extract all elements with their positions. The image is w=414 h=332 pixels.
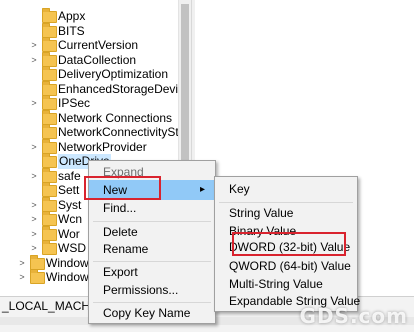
folder-icon bbox=[42, 196, 57, 212]
expand-chevron-icon[interactable]: > bbox=[18, 270, 26, 285]
folder-icon bbox=[42, 109, 57, 125]
registry-editor-window: Appx BITS > CurrentVersion > DataCollection De… bbox=[0, 0, 414, 332]
menu-item-export[interactable]: Export bbox=[89, 262, 215, 282]
tree-item-label: WSD bbox=[58, 241, 86, 255]
tree-item-label: Wor bbox=[58, 226, 80, 241]
menu-item-string-value[interactable]: String Value bbox=[215, 203, 357, 223]
tree-item-label: Window bbox=[46, 255, 89, 270]
tree-item-label: DeliveryOptimization bbox=[58, 67, 169, 81]
tree-item[interactable]: > CurrentVersion bbox=[0, 37, 178, 53]
menu-item-permissions[interactable]: Permissions... bbox=[89, 280, 215, 300]
menu-item-copy-key-name[interactable]: Copy Key Name bbox=[89, 303, 215, 323]
tree-item-label: NetworkConnectivityStatusI bbox=[58, 125, 186, 139]
expand-chevron-icon[interactable]: > bbox=[18, 256, 26, 271]
expand-chevron-icon[interactable]: > bbox=[30, 140, 38, 155]
folder-icon bbox=[42, 167, 57, 183]
expand-chevron-icon[interactable]: > bbox=[30, 241, 38, 256]
expand-chevron-icon[interactable]: > bbox=[30, 198, 38, 213]
tree-item-label: DataCollection bbox=[58, 52, 137, 67]
tree-item-label: Syst bbox=[58, 197, 82, 212]
menu-item-label: Permissions... bbox=[103, 283, 179, 297]
menu-item-find[interactable]: Find... bbox=[89, 198, 215, 218]
expand-chevron-icon[interactable]: > bbox=[30, 96, 38, 111]
annotation-box-new bbox=[84, 176, 161, 200]
folder-icon bbox=[42, 153, 57, 168]
menu-item-label: Delete bbox=[103, 225, 138, 239]
folder-icon bbox=[42, 66, 57, 81]
folder-icon bbox=[42, 182, 57, 197]
expand-chevron-icon[interactable]: > bbox=[30, 212, 38, 227]
folder-icon bbox=[42, 22, 57, 38]
tree-item[interactable]: Network Connections bbox=[0, 109, 178, 126]
folder-icon bbox=[30, 254, 45, 270]
tree-item-label: EnhancedStorageDevices bbox=[58, 81, 186, 96]
folder-icon bbox=[42, 225, 57, 241]
expand-chevron-icon[interactable]: > bbox=[30, 53, 38, 68]
folder-icon bbox=[42, 138, 57, 154]
tree-item[interactable]: > DataCollection bbox=[0, 51, 178, 68]
folder-icon bbox=[42, 80, 57, 96]
folder-icon bbox=[42, 211, 57, 226]
annotation-box-dword bbox=[232, 232, 346, 256]
tree-item[interactable]: EnhancedStorageDevices bbox=[0, 80, 186, 97]
menu-item-label: Find... bbox=[103, 201, 137, 215]
tree-item-label: CurrentVersion bbox=[58, 38, 139, 52]
menu-item-label: String Value bbox=[229, 206, 294, 220]
menu-item-label: Copy Key Name bbox=[103, 306, 191, 320]
expand-chevron-icon[interactable]: > bbox=[30, 38, 38, 53]
expand-chevron-icon[interactable]: > bbox=[30, 169, 38, 184]
scrollbar-thumb[interactable] bbox=[181, 4, 189, 184]
tree-item[interactable]: DeliveryOptimization bbox=[0, 66, 178, 82]
tree-item[interactable]: > NetworkProvider bbox=[0, 138, 178, 155]
folder-icon bbox=[42, 124, 57, 139]
watermark-logo: GDS.com bbox=[299, 304, 408, 328]
tree-item-label: IPSec bbox=[58, 96, 91, 110]
menu-item-key[interactable]: Key bbox=[215, 179, 357, 199]
folder-icon bbox=[42, 8, 57, 23]
menu-item-label: QWORD (64-bit) Value bbox=[229, 259, 351, 273]
tree-item-label: Network Connections bbox=[58, 110, 173, 125]
menu-item-label: Key bbox=[229, 182, 250, 196]
tree-item[interactable]: BITS bbox=[0, 22, 178, 39]
tree-item[interactable]: NetworkConnectivityStatusI bbox=[0, 124, 186, 140]
menu-item-rename[interactable]: Rename bbox=[89, 239, 215, 259]
folder-icon bbox=[42, 95, 57, 110]
folder-icon bbox=[42, 37, 57, 52]
tree-item[interactable]: > IPSec bbox=[0, 95, 178, 111]
tree-item-label: Appx bbox=[58, 9, 86, 23]
chevron-right-icon: ▸ bbox=[199, 184, 205, 195]
tree-item-label: NetworkProvider bbox=[58, 139, 147, 154]
menu-item-label: Multi-String Value bbox=[229, 277, 323, 291]
folder-icon bbox=[30, 269, 45, 284]
menu-item-label: Rename bbox=[103, 242, 149, 256]
tree-item-label: Sett bbox=[58, 183, 80, 197]
menu-item-qword-value[interactable]: QWORD (64-bit) Value bbox=[215, 256, 357, 276]
tree-item-label: Wcn bbox=[58, 212, 82, 226]
folder-icon bbox=[42, 240, 57, 255]
tree-item-label: Window bbox=[46, 270, 89, 284]
tree-item-label: BITS bbox=[58, 23, 85, 38]
expand-chevron-icon[interactable]: > bbox=[30, 227, 38, 242]
menu-item-label: Export bbox=[103, 265, 138, 279]
folder-icon bbox=[42, 51, 57, 67]
tree-item-label: safe bbox=[58, 168, 81, 183]
tree-item[interactable]: Appx bbox=[0, 8, 178, 24]
